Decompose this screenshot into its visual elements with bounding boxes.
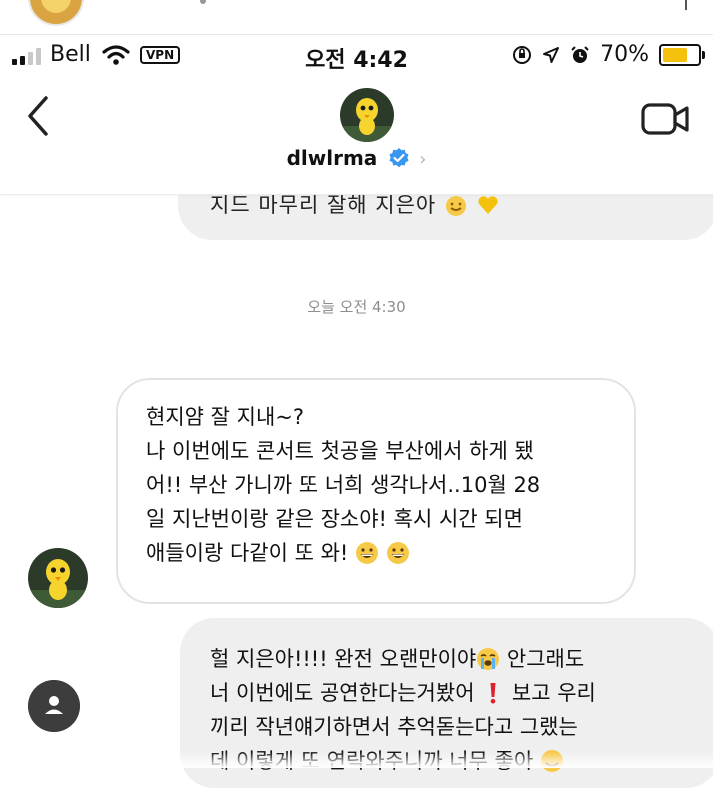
- message-line-with-emoji: 헐 지은아!!!! 완전 오랜만이야 안그래도: [210, 647, 585, 671]
- yellow-heart-icon: [477, 196, 498, 214]
- battery-percent: 70%: [600, 42, 649, 67]
- sender-avatar[interactable]: [28, 548, 88, 608]
- message-line: 나 이번에도 콘서트 첫공을 부산에서 하게 됐: [146, 439, 534, 463]
- message-line: 어!! 부산 가니까 또 너희 생각나서..10월 28: [146, 473, 541, 497]
- strip-dot: [200, 0, 206, 4]
- profile-avatar[interactable]: [340, 88, 394, 142]
- message-bubble-received[interactable]: 현지얌 잘 지내~? 나 이번에도 콘서트 첫공을 부산에서 하게 됐 어!! …: [116, 378, 636, 604]
- grinning-emoji-icon: [356, 542, 379, 564]
- chevron-right-icon: ›: [419, 149, 427, 170]
- message-line: 현지얌 잘 지내~?: [146, 405, 305, 429]
- chevron-left-icon[interactable]: [18, 90, 62, 142]
- crying-emoji-icon: [477, 648, 500, 670]
- username: dlwlrma: [286, 146, 378, 170]
- strip-edge: [685, 0, 687, 10]
- status-right-icons: 70%: [512, 42, 705, 67]
- message-text: 현지얌 잘 지내~? 나 이번에도 콘서트 첫공을 부산에서 하게 됐 어!! …: [146, 400, 540, 570]
- chat-header: dlwlrma ›: [0, 78, 713, 195]
- video-camera-icon[interactable]: [641, 102, 691, 136]
- verified-badge-icon: [389, 148, 409, 168]
- partial-avatar: [28, 0, 84, 26]
- message-line: 일 지난번이랑 같은 장소야! 혹시 시간 되면: [146, 507, 523, 531]
- status-bar: Bell VPN 오전 4:42 70%: [0, 36, 713, 76]
- sweat-emoji-icon: [445, 196, 466, 216]
- previous-screen-strip: [0, 0, 713, 35]
- username-row[interactable]: dlwlrma ›: [0, 146, 713, 170]
- battery-icon: [659, 43, 705, 66]
- location-arrow-icon: [543, 46, 560, 63]
- message-line-with-emoji: 너 이번에도 공연한다는거봤어 보고 우리: [210, 681, 596, 705]
- message-line-with-emoji: 애들이랑 다같이 또 와!: [146, 536, 540, 570]
- battery-fill: [663, 47, 687, 62]
- message-timestamp: 오늘 오전 4:30: [307, 298, 406, 316]
- bottom-fade: [0, 752, 713, 768]
- message-line: 끼리 작년얘기하면서 추억돋는다고 그랬는: [210, 715, 578, 739]
- grinning-emoji-icon: [386, 542, 409, 564]
- exclamation-mark-icon: [490, 683, 496, 704]
- alarm-icon: [571, 45, 589, 63]
- person-icon[interactable]: [28, 680, 80, 732]
- orientation-lock-icon: [513, 45, 532, 64]
